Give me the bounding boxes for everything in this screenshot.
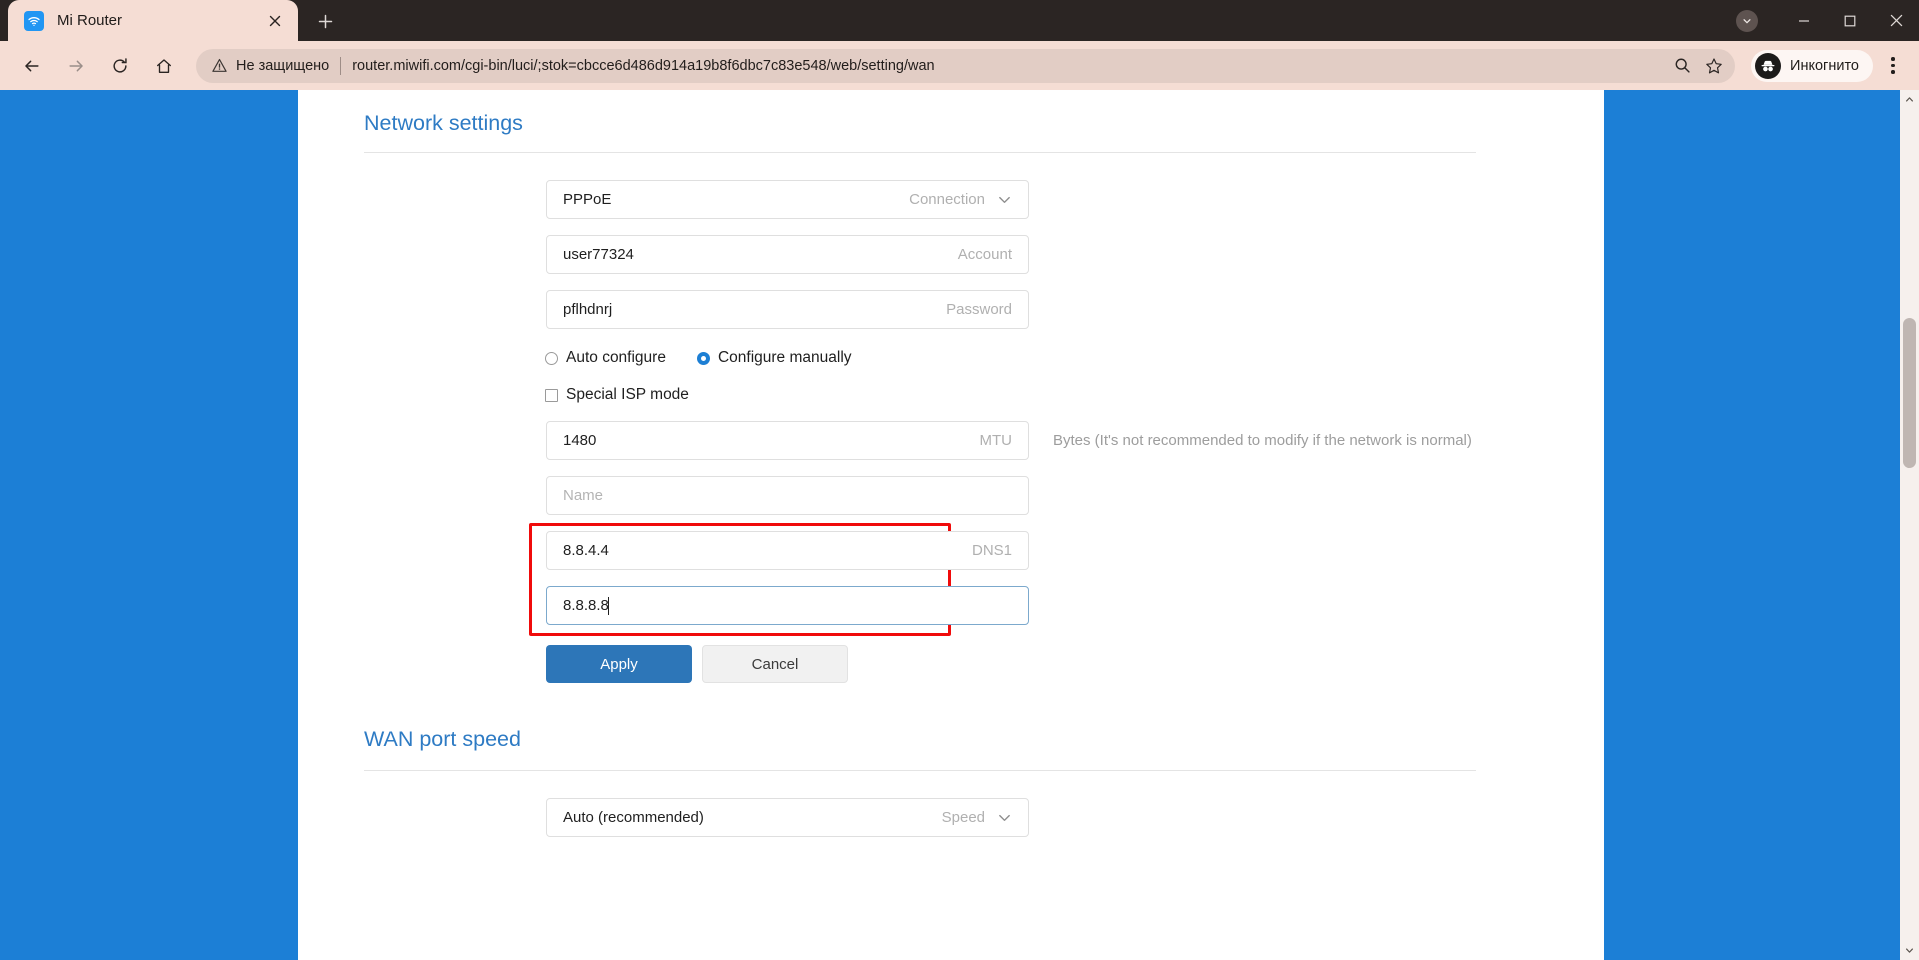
mtu-input[interactable]: 1480 MTU [546, 421, 1029, 460]
menu-dot [1891, 70, 1895, 74]
chevron-down-icon [1736, 9, 1758, 32]
connection-type-value: PPPoE [563, 191, 612, 208]
menu-dot [1891, 63, 1895, 68]
page-viewport: Network settings PPPoE Connection user77… [0, 90, 1919, 960]
name-placeholder: Name [563, 487, 604, 504]
password-label: Password [946, 301, 1012, 318]
incognito-label: Инкогнито [1790, 57, 1859, 74]
window-controls [1727, 0, 1919, 41]
minimize-button[interactable] [1781, 0, 1827, 41]
radio-auto-configure-label: Auto configure [566, 349, 666, 366]
cancel-button-label: Cancel [751, 655, 799, 673]
scroll-down-icon[interactable] [1900, 941, 1919, 960]
reload-button[interactable] [103, 49, 137, 83]
checkbox-icon[interactable] [545, 388, 558, 402]
wan-port-speed-title: WAN port speed [364, 727, 521, 751]
close-window-button[interactable] [1873, 0, 1919, 41]
tab-strip: Mi Router [0, 0, 1919, 41]
page-scrollbar[interactable] [1900, 90, 1919, 960]
mtu-label: MTU [979, 432, 1013, 449]
radio-configure-manually[interactable]: Configure manually [696, 349, 852, 367]
config-mode-radio-group: Auto configure Configure manually [545, 349, 852, 367]
dns1-value: 8.8.4.4 [563, 542, 609, 559]
scroll-up-icon[interactable] [1900, 90, 1919, 109]
radio-icon[interactable] [696, 351, 710, 365]
radio-icon[interactable] [545, 351, 558, 365]
account-label: Account [957, 246, 1012, 263]
not-secure-warning-icon [212, 58, 227, 73]
name-input[interactable]: Name [546, 476, 1029, 515]
text-cursor [607, 596, 609, 615]
security-status-text: Не защищено [236, 57, 330, 74]
section-divider [364, 770, 1476, 771]
menu-dot [1891, 57, 1895, 61]
account-input[interactable]: user77324 Account [546, 235, 1029, 274]
connection-type-select[interactable]: PPPoE Connection [546, 180, 1029, 219]
special-isp-mode-label: Special ISP mode [566, 386, 689, 403]
chevron-down-icon[interactable] [997, 810, 1012, 825]
close-icon[interactable] [262, 8, 288, 34]
page-background-left [0, 90, 298, 960]
password-value: pflhdnrj [563, 301, 613, 318]
search-zoom-icon[interactable] [1667, 51, 1697, 81]
wifi-icon [24, 10, 44, 31]
apply-button[interactable]: Apply [546, 645, 692, 683]
wan-speed-select[interactable]: Auto (recommended) Speed [546, 798, 1029, 837]
home-button[interactable] [147, 49, 181, 83]
account-value: user77324 [563, 246, 634, 263]
incognito-indicator[interactable]: Инкогнито [1751, 49, 1873, 82]
connection-type-label: Connection [909, 191, 985, 208]
browser-tab-mi-router[interactable]: Mi Router [8, 0, 298, 41]
tab-search-button[interactable] [1727, 0, 1767, 41]
wan-speed-label: Speed [941, 809, 985, 826]
page-background-right [1604, 90, 1900, 960]
omnibox-divider [340, 56, 342, 75]
url-text: router.miwifi.com/cgi-bin/luci/;stok=cbc… [352, 57, 935, 74]
network-settings-title: Network settings [364, 111, 523, 135]
browser-toolbar: Не защищено router.miwifi.com/cgi-bin/lu… [0, 41, 1919, 90]
browser-window: Mi Router Не защищено router.miwifi.com/… [0, 0, 1919, 960]
dns2-value: 8.8.8.8 [563, 597, 609, 614]
dns2-input[interactable]: 8.8.8.8 [546, 586, 1029, 625]
wan-speed-value: Auto (recommended) [563, 809, 704, 826]
maximize-button[interactable] [1827, 0, 1873, 41]
router-settings-page: Network settings PPPoE Connection user77… [298, 90, 1604, 960]
incognito-icon [1755, 52, 1782, 79]
section-divider [364, 152, 1476, 153]
three-dots-icon[interactable] [1877, 48, 1909, 84]
forward-button[interactable] [59, 49, 93, 83]
dns1-input[interactable]: 8.8.4.4 DNS1 [546, 531, 1029, 570]
mtu-value: 1480 [563, 432, 597, 449]
star-icon[interactable] [1699, 51, 1729, 81]
password-input[interactable]: pflhdnrj Password [546, 290, 1029, 329]
radio-configure-manually-label: Configure manually [717, 349, 852, 366]
new-tab-button[interactable] [308, 4, 342, 38]
address-bar[interactable]: Не защищено router.miwifi.com/cgi-bin/lu… [196, 48, 1736, 83]
chevron-down-icon[interactable] [997, 192, 1012, 207]
mtu-hint-text: Bytes (It's not recommended to modify if… [1053, 432, 1472, 449]
radio-auto-configure[interactable]: Auto configure [545, 349, 666, 367]
back-button[interactable] [15, 49, 49, 83]
apply-button-label: Apply [600, 655, 638, 673]
dns1-label: DNS1 [971, 542, 1012, 559]
scrollbar-thumb[interactable] [1903, 318, 1916, 468]
special-isp-mode-row[interactable]: Special ISP mode [545, 386, 689, 404]
cancel-button[interactable]: Cancel [702, 645, 848, 683]
tab-title: Mi Router [57, 12, 123, 29]
